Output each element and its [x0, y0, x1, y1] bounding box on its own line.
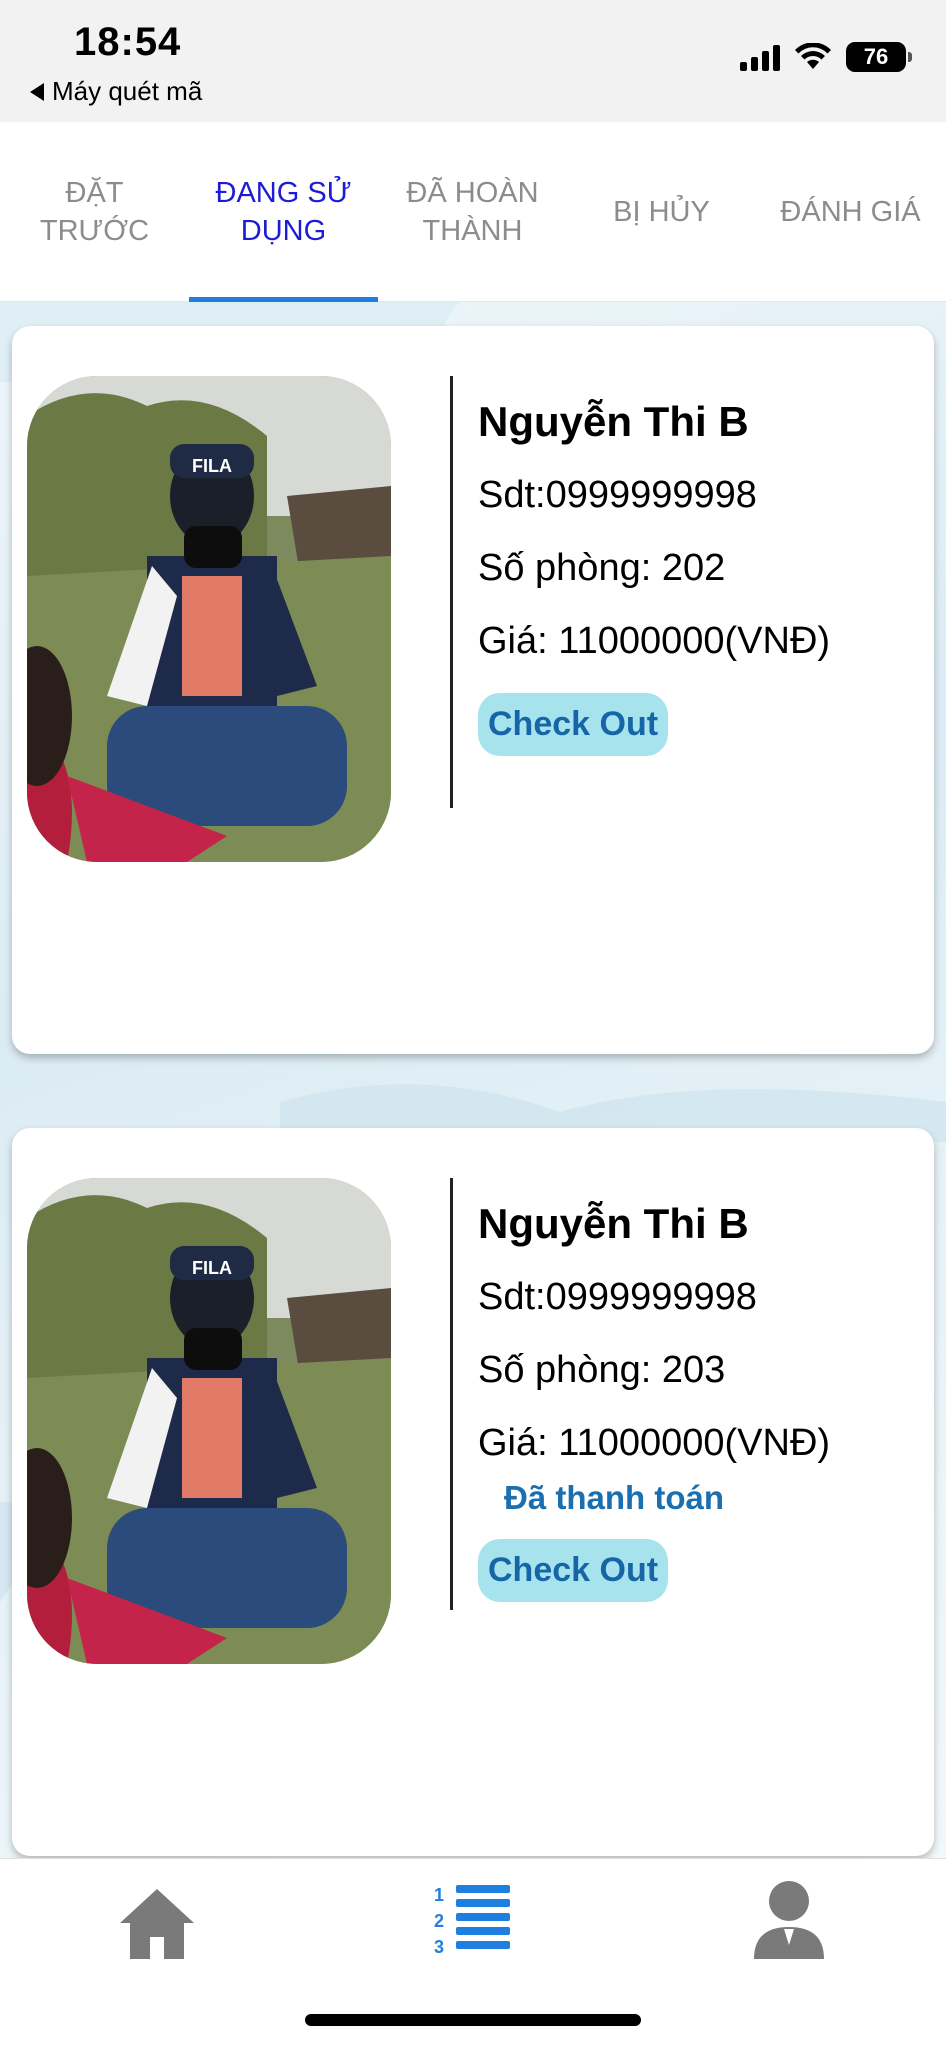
svg-text:1: 1 — [434, 1885, 444, 1905]
list-icon[interactable]: 1 2 3 — [428, 1875, 518, 1965]
back-arrow-icon — [30, 82, 44, 101]
booking-list[interactable]: FILA Nguyễn Thi B Sdt:0999999998 Số phòn… — [0, 302, 946, 1858]
card-divider — [450, 376, 453, 808]
svg-text:FILA: FILA — [192, 456, 232, 476]
check-out-button[interactable]: Check Out — [478, 693, 669, 756]
status-icons: 76 — [740, 42, 912, 72]
tab-bi-huy[interactable]: BỊ HỦY — [567, 122, 756, 302]
back-to-app-link[interactable]: Máy quét mã — [30, 76, 202, 107]
guest-name: Nguyễn Thi B — [478, 1200, 749, 1247]
booking-card[interactable]: FILA Nguyễn Thi B Sdt:0999999998 Số phòn… — [12, 1128, 934, 1856]
booking-status-tabs: ĐẶT TRƯỚC ĐANG SỬ DỤNG ĐÃ HOÀN THÀNH BỊ … — [0, 122, 946, 302]
tab-danh-gia[interactable]: ĐÁNH GIÁ — [756, 122, 945, 302]
card-divider — [450, 1178, 453, 1610]
guest-name: Nguyễn Thi B — [478, 398, 749, 445]
room-number: Số phòng: 202 — [478, 547, 726, 589]
home-icon[interactable] — [112, 1879, 202, 1969]
profile-icon[interactable] — [744, 1875, 834, 1965]
booking-info: Nguyễn Thi B Sdt:0999999998 Số phòng: 20… — [478, 398, 830, 756]
tab-dat-truoc[interactable]: ĐẶT TRƯỚC — [0, 122, 189, 302]
room-price: Giá: 11000000(VNĐ) — [478, 1422, 831, 1464]
wifi-icon — [795, 43, 831, 69]
room-number: Số phòng: 203 — [478, 1349, 726, 1391]
guest-phone: Sdt:0999999998 — [478, 1276, 757, 1318]
tab-dang-su-dung[interactable]: ĐANG SỬ DỤNG — [189, 122, 378, 302]
payment-status: Đã thanh toán — [504, 1479, 724, 1516]
svg-text:2: 2 — [434, 1911, 444, 1931]
svg-text:FILA: FILA — [192, 1258, 232, 1278]
booking-info: Nguyễn Thi B Sdt:0999999998 Số phòng: 20… — [478, 1200, 830, 1602]
cellular-signal-icon — [740, 43, 780, 71]
guest-phone: Sdt:0999999998 — [478, 474, 757, 516]
room-price: Giá: 11000000(VNĐ) — [478, 620, 831, 662]
booking-card[interactable]: FILA Nguyễn Thi B Sdt:0999999998 Số phòn… — [12, 326, 934, 1054]
back-app-label: Máy quét mã — [52, 76, 203, 106]
check-out-button[interactable]: Check Out — [478, 1539, 669, 1602]
home-indicator[interactable] — [305, 2014, 641, 2026]
svg-text:3: 3 — [434, 1937, 444, 1957]
guest-photo: FILA — [27, 376, 391, 862]
battery-icon: 76 — [846, 42, 912, 72]
status-time: 18:54 — [74, 20, 182, 64]
battery-level: 76 — [863, 44, 889, 69]
guest-photo: FILA — [27, 1178, 391, 1664]
status-bar: 18:54 Máy quét mã 76 — [0, 0, 946, 122]
tab-da-hoan-thanh[interactable]: ĐÃ HOÀN THÀNH — [378, 122, 567, 302]
